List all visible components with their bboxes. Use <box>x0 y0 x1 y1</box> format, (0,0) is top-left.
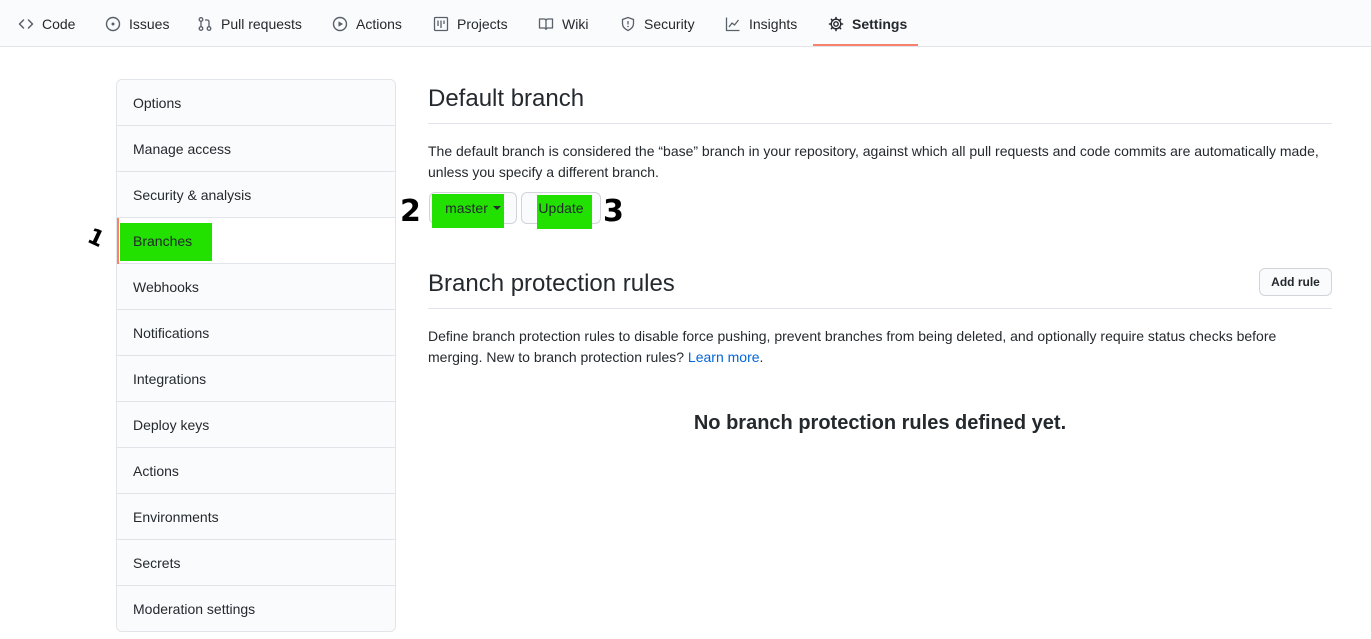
book-icon <box>538 16 554 32</box>
caret-down-icon <box>492 206 501 210</box>
sidebar-item-label: Webhooks <box>133 278 199 295</box>
tab-label: Security <box>644 15 695 32</box>
update-button-label: Update <box>538 200 584 216</box>
settings-sidebar: Options Manage access Security & analysi… <box>116 79 396 632</box>
sidebar-item-security-analysis[interactable]: Security & analysis <box>117 172 395 218</box>
tab-actions[interactable]: Actions <box>332 0 402 47</box>
issue-icon <box>105 16 121 32</box>
sidebar-item-integrations[interactable]: Integrations <box>117 356 395 402</box>
sidebar-item-options[interactable]: Options <box>117 80 395 126</box>
tab-label: Settings <box>852 15 908 32</box>
tab-label: Issues <box>129 15 170 32</box>
tab-label: Wiki <box>562 15 589 32</box>
sidebar-item-label: Environments <box>133 508 219 525</box>
tab-security[interactable]: Security <box>620 0 695 47</box>
tab-issues[interactable]: Issues <box>105 0 169 47</box>
default-branch-heading: Default branch <box>428 85 585 112</box>
tab-pull-requests[interactable]: Pull requests <box>197 0 302 47</box>
tab-settings[interactable]: Settings <box>828 0 907 47</box>
tab-label: Actions <box>356 15 402 32</box>
sidebar-item-label: Notifications <box>133 324 210 341</box>
sidebar-item-label: Security & analysis <box>133 186 252 203</box>
annotation-step-1: 1 <box>83 223 108 254</box>
tab-label: Projects <box>457 15 508 32</box>
pull-request-icon <box>197 16 213 32</box>
annotation-step-3: 3 <box>603 194 624 229</box>
shield-icon <box>620 16 636 32</box>
sidebar-item-label: Deploy keys <box>133 416 210 433</box>
divider <box>428 123 1332 124</box>
update-button[interactable]: Update <box>521 192 601 229</box>
gear-icon <box>828 16 844 32</box>
sidebar-item-label: Manage access <box>133 140 232 157</box>
graph-icon <box>725 16 741 32</box>
sidebar-item-environments[interactable]: Environments <box>117 494 395 540</box>
branch-select-label: master <box>445 200 488 216</box>
selected-tab-indicator <box>813 44 918 46</box>
sidebar-item-manage-access[interactable]: Manage access <box>117 126 395 172</box>
branch-protection-heading: Branch protection rules <box>428 270 675 297</box>
learn-more-link[interactable]: Learn more <box>688 349 760 365</box>
tab-code[interactable]: Code <box>18 0 75 47</box>
default-branch-description: The default branch is considered the “ba… <box>428 143 1319 180</box>
sidebar-item-moderation-settings[interactable]: Moderation settings <box>117 586 395 631</box>
tab-projects[interactable]: Projects <box>433 0 508 47</box>
divider <box>428 308 1332 309</box>
empty-state-message: No branch protection rules defined yet. <box>693 412 1067 434</box>
sidebar-item-label: Actions <box>133 462 179 479</box>
sidebar-item-secrets[interactable]: Secrets <box>117 540 395 586</box>
play-icon <box>332 16 348 32</box>
sidebar-item-deploy-keys[interactable]: Deploy keys <box>117 402 395 448</box>
sidebar-item-label: Secrets <box>133 554 181 571</box>
description-period: . <box>759 349 764 365</box>
code-icon <box>18 16 34 32</box>
sidebar-item-label: Branches <box>133 232 193 249</box>
sidebar-item-actions[interactable]: Actions <box>117 448 395 494</box>
sidebar-item-notifications[interactable]: Notifications <box>117 310 395 356</box>
sidebar-item-label: Integrations <box>133 370 207 387</box>
sidebar-item-label: Options <box>133 94 182 111</box>
project-icon <box>433 16 449 32</box>
tab-label: Code <box>42 15 76 32</box>
tab-label: Pull requests <box>221 15 302 32</box>
sidebar-item-branches[interactable]: Branches <box>117 218 395 264</box>
branch-protection-description: Define branch protection rules to disabl… <box>428 326 1332 368</box>
tab-label: Insights <box>749 15 798 32</box>
sidebar-item-label: Moderation settings <box>133 601 256 617</box>
annotation-step-2: 2 <box>400 194 421 229</box>
sidebar-item-webhooks[interactable]: Webhooks <box>117 264 395 310</box>
add-rule-button[interactable]: Add rule <box>1259 268 1332 296</box>
branch-select-button[interactable]: master <box>429 192 517 228</box>
repo-nav: Code Issues Pull requests Actions Projec… <box>0 0 1371 47</box>
tab-insights[interactable]: Insights <box>725 0 797 47</box>
description-text: Define branch protection rules to disabl… <box>428 328 1277 365</box>
tab-wiki[interactable]: Wiki <box>538 0 588 47</box>
